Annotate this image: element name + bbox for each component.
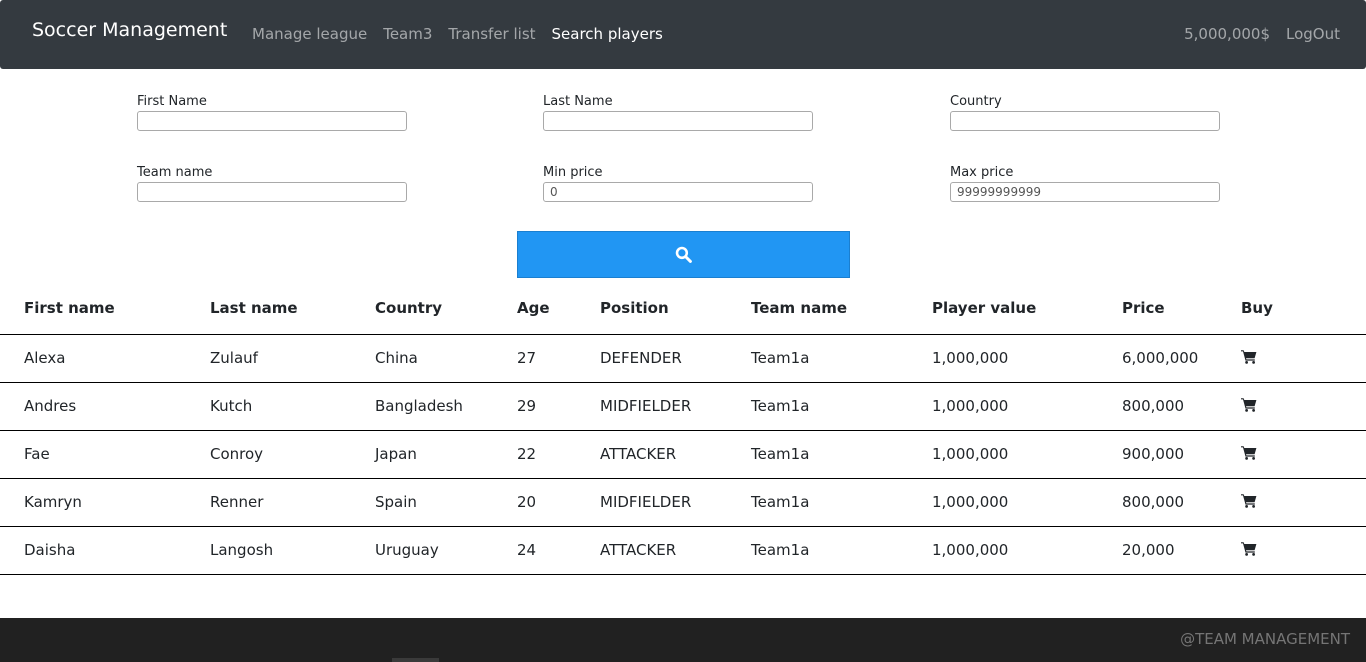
cell-age: 27: [517, 334, 600, 383]
cell-age: 20: [517, 478, 600, 527]
logout-link[interactable]: LogOut: [1286, 25, 1340, 43]
cell-country: Japan: [375, 430, 517, 479]
cell-country: China: [375, 334, 517, 383]
header-first-name[interactable]: First name: [0, 283, 210, 335]
table-row: Kamryn Renner Spain 20 MIDFIELDER Team1a 1,000…: [0, 478, 1366, 527]
cell-age: 24: [517, 526, 600, 575]
header-last-name[interactable]: Last name: [210, 283, 375, 335]
first-name-label: First Name: [137, 94, 207, 109]
cell-first-name: Alexa: [0, 334, 210, 383]
header-position[interactable]: Position: [600, 283, 751, 335]
cell-price: 800,000: [1122, 478, 1241, 527]
header-country[interactable]: Country: [375, 283, 517, 335]
nav-right: 5,000,000$ LogOut: [1184, 25, 1340, 43]
team-name-field-group: Team name: [137, 164, 407, 202]
team-name-input[interactable]: [137, 182, 407, 202]
cell-first-name: Andres: [0, 382, 210, 431]
cell-price: 6,000,000: [1122, 334, 1241, 383]
cell-first-name: Kamryn: [0, 478, 210, 527]
players-table: First name Last name Country Age Positio…: [0, 283, 1366, 575]
cell-position: MIDFIELDER: [600, 478, 751, 527]
cell-team-name: Team1a: [751, 430, 932, 479]
country-label: Country: [950, 94, 1002, 109]
cell-country: Uruguay: [375, 526, 517, 575]
cell-position: DEFENDER: [600, 334, 751, 383]
footer: @TEAM MANAGEMENT: [0, 618, 1366, 662]
header-age[interactable]: Age: [517, 283, 600, 335]
last-name-label: Last Name: [543, 94, 613, 109]
nav-link-manage-league[interactable]: Manage league: [252, 25, 367, 43]
table-row: Alexa Zulauf China 27 DEFENDER Team1a 1,000,00…: [0, 334, 1366, 383]
footer-text: @TEAM MANAGEMENT: [1180, 630, 1350, 648]
country-field-group: Country: [950, 93, 1220, 131]
footer-tab: [392, 658, 439, 662]
brand-title[interactable]: Soccer Management: [32, 19, 227, 41]
search-button[interactable]: [517, 231, 850, 278]
cell-first-name: Fae: [0, 430, 210, 479]
cart-icon[interactable]: [1241, 349, 1257, 368]
cell-country: Spain: [375, 478, 517, 527]
cell-player-value: 1,000,000: [932, 526, 1122, 575]
team-name-label: Team name: [137, 165, 213, 180]
max-price-input[interactable]: [950, 182, 1220, 202]
nav-link-search-players[interactable]: Search players: [552, 25, 663, 43]
nav-link-team[interactable]: Team3: [383, 25, 432, 43]
cell-player-value: 1,000,000: [932, 430, 1122, 479]
cell-buy: [1241, 430, 1366, 479]
table-row: Fae Conroy Japan 22 ATTACKER Team1a 1,000,000 9…: [0, 430, 1366, 479]
last-name-input[interactable]: [543, 111, 813, 131]
cell-position: ATTACKER: [600, 430, 751, 479]
cell-player-value: 1,000,000: [932, 334, 1122, 383]
search-icon: [675, 246, 692, 263]
min-price-field-group: Min price: [543, 164, 813, 202]
country-input[interactable]: [950, 111, 1220, 131]
cart-icon[interactable]: [1241, 445, 1257, 464]
cell-buy: [1241, 526, 1366, 575]
cell-last-name: Zulauf: [210, 334, 375, 383]
cell-player-value: 1,000,000: [932, 382, 1122, 431]
header-price[interactable]: Price: [1122, 283, 1241, 335]
cell-position: ATTACKER: [600, 526, 751, 575]
cell-buy: [1241, 334, 1366, 383]
cell-price: 900,000: [1122, 430, 1241, 479]
table-header-row: First name Last name Country Age Positio…: [0, 283, 1366, 335]
cell-team-name: Team1a: [751, 526, 932, 575]
nav-link-transfer-list[interactable]: Transfer list: [448, 25, 535, 43]
cell-country: Bangladesh: [375, 382, 517, 431]
cell-team-name: Team1a: [751, 382, 932, 431]
cart-icon[interactable]: [1241, 493, 1257, 512]
cell-last-name: Renner: [210, 478, 375, 527]
table-row: Daisha Langosh Uruguay 24 ATTACKER Team1a 1,00…: [0, 526, 1366, 575]
header-buy: Buy: [1241, 283, 1366, 335]
cell-team-name: Team1a: [751, 334, 932, 383]
cell-price: 20,000: [1122, 526, 1241, 575]
max-price-label: Max price: [950, 165, 1014, 180]
max-price-field-group: Max price: [950, 164, 1220, 202]
table-row: Andres Kutch Bangladesh 29 MIDFIELDER Team1a 1…: [0, 382, 1366, 431]
cell-position: MIDFIELDER: [600, 382, 751, 431]
last-name-field-group: Last Name: [543, 93, 813, 131]
cell-age: 29: [517, 382, 600, 431]
cell-last-name: Kutch: [210, 382, 375, 431]
cell-last-name: Conroy: [210, 430, 375, 479]
navbar: Soccer Management Manage league Team3 Tr…: [0, 0, 1366, 69]
cart-icon[interactable]: [1241, 397, 1257, 416]
cart-icon[interactable]: [1241, 541, 1257, 560]
cell-buy: [1241, 478, 1366, 527]
cell-team-name: Team1a: [751, 478, 932, 527]
cell-last-name: Langosh: [210, 526, 375, 575]
header-player-value[interactable]: Player value: [932, 283, 1122, 335]
first-name-input[interactable]: [137, 111, 407, 131]
cell-price: 800,000: [1122, 382, 1241, 431]
cell-first-name: Daisha: [0, 526, 210, 575]
cell-player-value: 1,000,000: [932, 478, 1122, 527]
first-name-field-group: First Name: [137, 93, 407, 131]
nav-links: Manage league Team3 Transfer list Search…: [252, 25, 663, 43]
header-team-name[interactable]: Team name: [751, 283, 932, 335]
min-price-input[interactable]: [543, 182, 813, 202]
balance-display: 5,000,000$: [1184, 25, 1270, 43]
cell-age: 22: [517, 430, 600, 479]
cell-buy: [1241, 382, 1366, 431]
min-price-label: Min price: [543, 165, 603, 180]
